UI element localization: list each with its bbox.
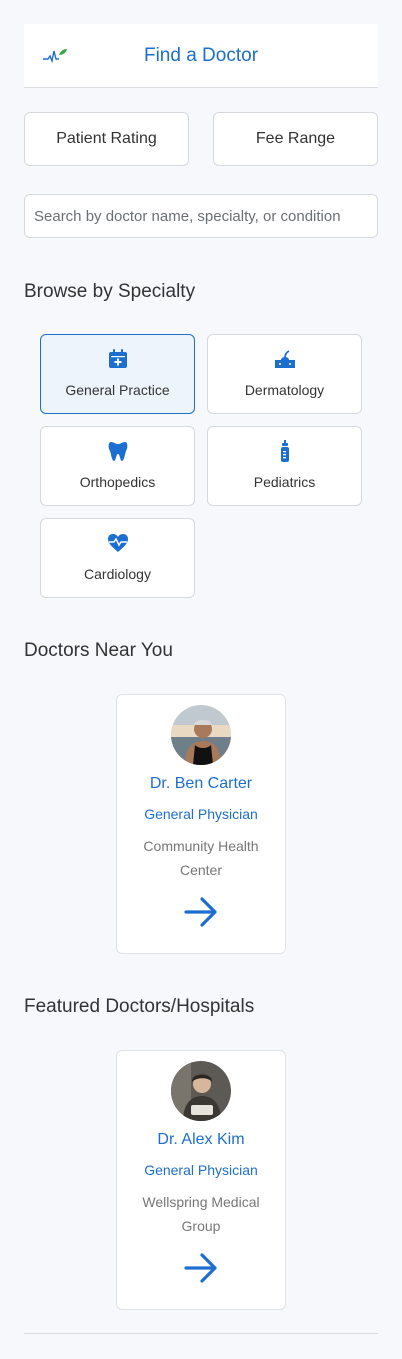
- doctor-location: Community Health Center: [143, 838, 259, 878]
- arrow-right-icon[interactable]: [183, 1250, 219, 1286]
- divider: [24, 1333, 378, 1334]
- specialty-card-general-practice[interactable]: General Practice: [40, 334, 195, 414]
- tooth-icon: [108, 442, 127, 461]
- calendar-plus-icon: [108, 349, 127, 368]
- skin-icon: [274, 350, 295, 368]
- heart-pulse-icon: [107, 534, 128, 552]
- specialty-card-dermatology[interactable]: Dermatology: [207, 334, 362, 414]
- doctor-card[interactable]: Dr. Alex Kim General Physician Wellsprin…: [116, 1050, 286, 1310]
- specialty-label: Dermatology: [244, 382, 325, 398]
- specialty-card-pediatrics[interactable]: Pediatrics: [207, 426, 362, 506]
- specialty-card-cardiology[interactable]: Cardiology: [40, 518, 195, 598]
- app-header: Find a Doctor: [24, 24, 378, 88]
- specialty-label: Pediatrics: [253, 474, 316, 490]
- fee-range-filter-button[interactable]: Fee Range: [213, 112, 378, 166]
- specialty-label: Orthopedics: [79, 474, 156, 490]
- baby-bottle-icon: [280, 440, 289, 462]
- vital-sign-logo-icon: [43, 49, 67, 63]
- arrow-right-icon[interactable]: [183, 894, 219, 930]
- avatar: [171, 1061, 231, 1121]
- doctor-name[interactable]: Dr. Ben Carter: [150, 775, 252, 793]
- specialty-section-title: Browse by Specialty: [24, 281, 196, 302]
- specialty-label: General Practice: [65, 382, 170, 398]
- doctor-card[interactable]: Dr. Ben Carter General Physician Communi…: [116, 694, 286, 954]
- patient-rating-filter-button[interactable]: Patient Rating: [24, 112, 189, 166]
- search-input[interactable]: [24, 194, 378, 238]
- avatar: [171, 705, 231, 765]
- specialty-card-orthopedics[interactable]: Orthopedics: [40, 426, 195, 506]
- doctor-specialty: General Physician: [144, 806, 258, 822]
- near-section-title: Doctors Near You: [24, 640, 173, 661]
- doctor-specialty: General Physician: [144, 1162, 258, 1178]
- page-title: Find a Doctor: [143, 44, 259, 66]
- specialty-label: Cardiology: [84, 566, 151, 582]
- doctor-location: Wellspring Medical Group: [142, 1194, 260, 1234]
- featured-section-title: Featured Doctors/Hospitals: [24, 996, 255, 1017]
- doctor-name[interactable]: Dr. Alex Kim: [157, 1131, 244, 1149]
